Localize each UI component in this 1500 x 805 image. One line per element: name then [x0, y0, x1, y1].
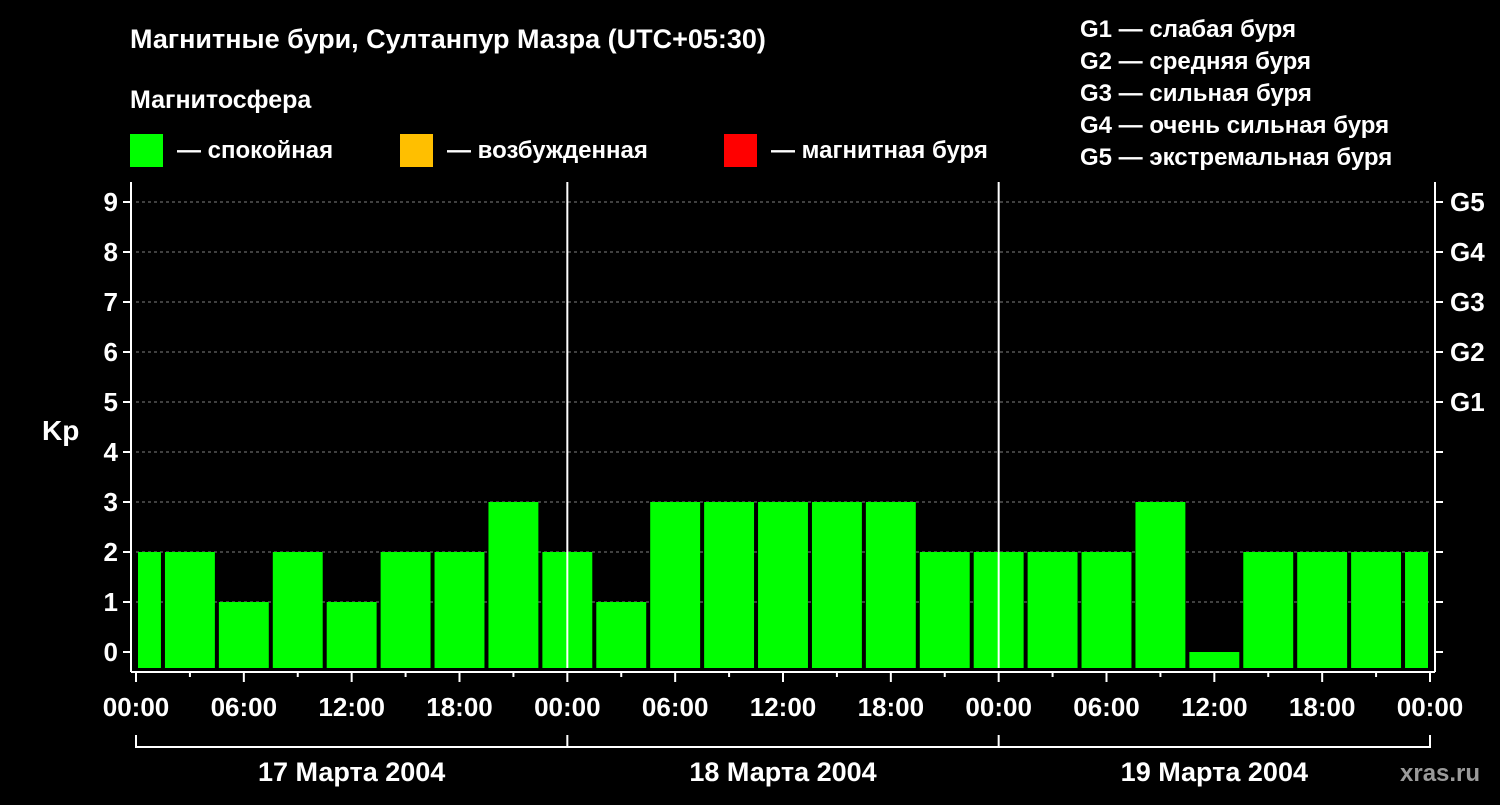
kp-bar [596, 602, 647, 668]
storm-scale-g1: G1 — слабая буря [1080, 16, 1296, 43]
x-tick-label: 06:00 [642, 692, 709, 722]
y-tick-label: 7 [104, 287, 118, 317]
y-tick-label: 4 [104, 437, 119, 467]
y-tick-label: 3 [104, 487, 118, 517]
kp-bar [865, 502, 916, 668]
kp-bar [1297, 552, 1348, 668]
y-axis-label: Kp [42, 415, 79, 446]
y-tick-label: 0 [104, 637, 118, 667]
kp-bar [138, 552, 161, 668]
kp-bar [1243, 552, 1294, 668]
x-tick-label: 12:00 [750, 692, 817, 722]
plot-area: 0 1 2 3 4 5 6 7 8 9 G1 G2 G3 G4 G5 00:00 06:00 12:00 18:00… [103, 182, 1485, 787]
kp-bar [164, 552, 215, 668]
kp-bar [650, 502, 701, 668]
kp-bar [1027, 552, 1078, 668]
x-tick-label: 00:00 [965, 692, 1032, 722]
legend-label-active: — возбужденная [447, 137, 648, 164]
right-axis-label: G5 [1450, 187, 1485, 217]
chart-title: Магнитные бури, Султанпур Мазра (UTC+05:… [130, 24, 766, 54]
x-tick-label: 12:00 [1181, 692, 1248, 722]
y-tick-label: 5 [104, 387, 118, 417]
x-tick-label: 00:00 [534, 692, 601, 722]
kp-bar [326, 602, 377, 668]
day-label: 19 Марта 2004 [1121, 757, 1308, 787]
right-axis-label: G3 [1450, 287, 1485, 317]
legend-swatch-quiet [130, 134, 163, 167]
y-tick-label: 8 [104, 237, 118, 267]
x-tick-label: 06:00 [211, 692, 278, 722]
kp-bar [272, 552, 323, 668]
kp-bar [811, 502, 862, 668]
legend-label-storm: — магнитная буря [771, 137, 988, 164]
storm-scale-g3: G3 — сильная буря [1080, 80, 1312, 107]
right-axis-label: G2 [1450, 337, 1485, 367]
kp-bar [1081, 552, 1132, 668]
storm-scale-g4: G4 — очень сильная буря [1080, 112, 1389, 139]
kp-chart: Магнитные бури, Султанпур Мазра (UTC+05:… [0, 0, 1500, 800]
right-axis-label: G1 [1450, 387, 1485, 417]
kp-bar [380, 552, 431, 668]
kp-bar [218, 602, 269, 668]
legend-swatch-storm [724, 134, 757, 167]
watermark: xras.ru [1400, 760, 1480, 787]
magnetosphere-label: Магнитосфера [130, 86, 312, 114]
y-tick-label: 6 [104, 337, 118, 367]
legend-swatch-active [400, 134, 433, 167]
kp-bar [704, 502, 755, 668]
x-tick-label: 18:00 [858, 692, 925, 722]
day-label: 17 Марта 2004 [258, 757, 445, 787]
x-tick-label: 12:00 [318, 692, 385, 722]
x-tick-label: 18:00 [426, 692, 493, 722]
x-tick-label: 06:00 [1073, 692, 1140, 722]
kp-bar [919, 552, 970, 668]
day-label: 18 Марта 2004 [689, 757, 876, 787]
x-tick-label: 18:00 [1289, 692, 1356, 722]
kp-bar [1189, 652, 1240, 668]
storm-scale-g5: G5 — экстремальная буря [1080, 144, 1392, 171]
x-tick-label: 00:00 [103, 692, 170, 722]
chart-svg: Магнитные бури, Султанпур Мазра (UTC+05:… [42, 16, 1485, 787]
kp-bar [758, 502, 808, 668]
legend-label-quiet: — спокойная [177, 137, 333, 164]
kp-bar [434, 552, 485, 668]
x-tick-label: 00:00 [1397, 692, 1464, 722]
y-tick-label: 1 [104, 587, 118, 617]
y-tick-label: 2 [104, 537, 118, 567]
kp-bar [1351, 552, 1402, 668]
kp-bar [1405, 552, 1428, 668]
kp-bar [1135, 502, 1186, 668]
y-tick-label: 9 [104, 187, 118, 217]
right-axis-label: G4 [1450, 237, 1485, 267]
kp-bar [488, 502, 539, 668]
storm-scale-g2: G2 — средняя буря [1080, 48, 1311, 75]
